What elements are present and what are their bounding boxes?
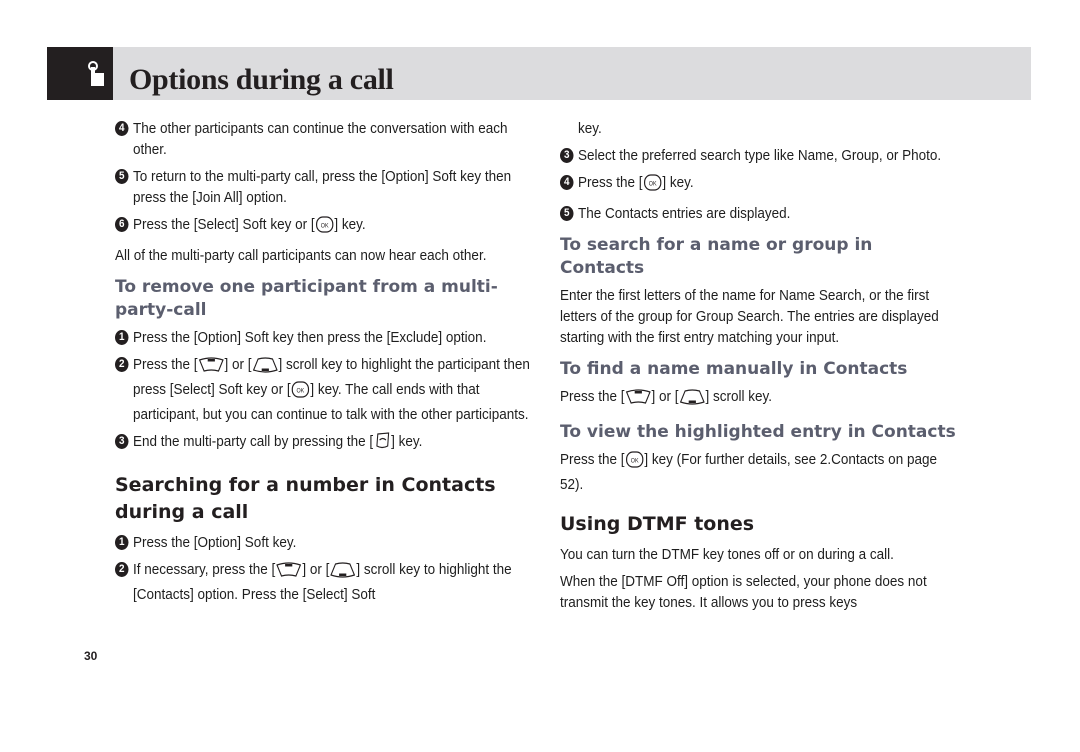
right-step-4: 4 Press the [OK] key.	[560, 172, 978, 197]
header-icon-box	[47, 47, 113, 100]
remove-step-2: 2 Press the [] or [] scroll key to highl…	[115, 354, 543, 425]
section-heading-view-entry: To view the highlighted entry in Contact…	[560, 422, 956, 442]
step-number: 2	[115, 562, 129, 577]
svg-text:OK: OK	[321, 223, 329, 229]
step-number: 3	[115, 434, 129, 449]
remove-step-3: 3 End the multi-party call by pressing t…	[115, 431, 543, 456]
right-step-5: 5 The Contacts entries are displayed.	[560, 203, 978, 224]
ok-key-icon: OK	[643, 174, 662, 197]
step-number: 2	[115, 357, 129, 372]
scroll-up-key-icon	[625, 389, 651, 411]
remove-step-1: 1 Press the [Option] Soft key then press…	[115, 327, 543, 348]
section-heading-find-manually: To find a name manually in Contacts	[560, 359, 908, 379]
search-step-1: 1 Press the [Option] Soft key.	[115, 532, 543, 553]
view-entry-body: Press the [OK] key (For further details,…	[560, 451, 937, 493]
search-name-group-body: Enter the first letters of the name for …	[560, 287, 939, 346]
section-heading-searching-contacts: Searching for a number in Contacts durin…	[115, 474, 496, 523]
step-number: 4	[560, 175, 574, 190]
step-number: 1	[115, 330, 129, 345]
left-column: 4 The other participants can continue th…	[115, 118, 530, 611]
svg-text:OK: OK	[649, 181, 657, 187]
step-number: 5	[115, 169, 129, 184]
scroll-down-key-icon	[252, 357, 278, 379]
svg-text:OK: OK	[297, 388, 305, 394]
dtmf-paragraph-2: When the [DTMF Off] option is selected, …	[560, 573, 927, 611]
right-step-3: 3 Select the preferred search type like …	[560, 145, 978, 166]
svg-text:OK: OK	[631, 458, 639, 464]
step-number: 6	[115, 217, 129, 232]
find-manually-body: Press the [] or [] scroll key.	[560, 386, 960, 411]
chapter-header: Options during a call	[47, 47, 1031, 100]
end-key-icon	[374, 432, 390, 456]
page-number: 30	[84, 649, 98, 663]
ok-key-icon: OK	[291, 381, 310, 404]
note-text: All of the multi-party call participants…	[115, 247, 487, 264]
section-heading-remove-participant: To remove one participant from a multi-p…	[115, 277, 498, 320]
search-step-2: 2 If necessary, press the [] or [] scrol…	[115, 559, 543, 605]
step-number: 3	[560, 148, 574, 163]
section-heading-search-name-group: To search for a name or group in Contact…	[560, 235, 873, 278]
hand-pointer-icon	[88, 61, 104, 86]
step-5: 5 To return to the multi-party call, pre…	[115, 166, 543, 208]
dtmf-paragraph-1: You can turn the DTMF key tones off or o…	[560, 546, 894, 563]
step-number: 5	[560, 206, 574, 221]
scroll-up-key-icon	[198, 357, 224, 379]
step-6: 6 Press the [Select] Soft key or [OK] ke…	[115, 214, 543, 239]
scroll-down-key-icon	[679, 389, 705, 411]
ok-key-icon: OK	[315, 216, 334, 239]
scroll-down-key-icon	[330, 562, 356, 584]
section-heading-dtmf: Using DTMF tones	[560, 513, 755, 535]
step-number: 4	[115, 121, 129, 136]
step-number: 1	[115, 535, 129, 550]
right-column: key. 3 Select the preferred search type …	[560, 118, 960, 619]
ok-key-icon: OK	[625, 451, 644, 474]
scroll-up-key-icon	[276, 562, 302, 584]
page-title: Options during a call	[129, 63, 394, 96]
step-4: 4 The other participants can continue th…	[115, 118, 543, 160]
continuation-text: key.	[578, 120, 602, 137]
